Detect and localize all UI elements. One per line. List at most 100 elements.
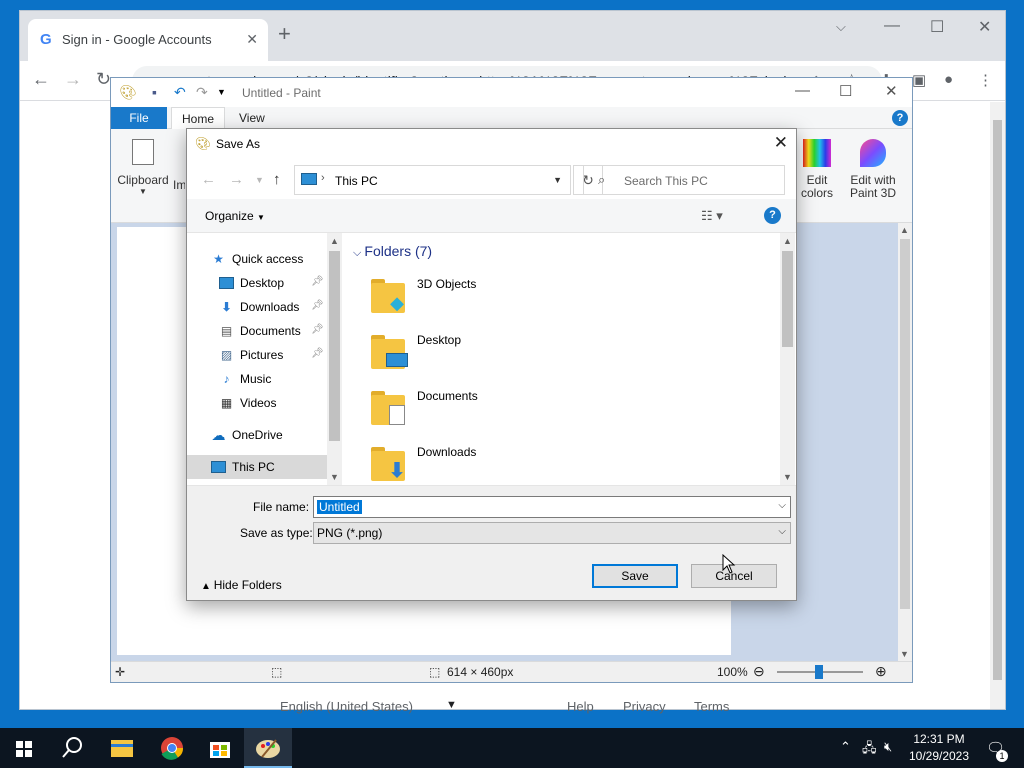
nav-music[interactable]: ♪ Music: [187, 367, 327, 391]
folder-item[interactable]: ⬇ Downloads: [371, 439, 671, 485]
zoom-out-icon[interactable]: ⊖: [753, 663, 765, 680]
edit-with-paint3d-button[interactable]: Edit with Paint 3D: [845, 133, 901, 200]
zoom-in-icon[interactable]: ⊕: [875, 663, 887, 680]
file-name-dropdown-icon[interactable]: ⌵: [778, 500, 786, 511]
close-window-icon[interactable]: ✕: [978, 17, 991, 37]
tab-home[interactable]: Home: [171, 107, 226, 129]
scroll-up-icon[interactable]: ▲: [900, 225, 909, 235]
forward-arrow-icon[interactable]: →: [64, 69, 82, 90]
nav-desktop[interactable]: Desktop 📌︎: [187, 271, 327, 295]
folders-group-header[interactable]: ⌵ Folders (7): [353, 243, 432, 260]
language-selector[interactable]: English (United States): [280, 699, 413, 714]
organize-label: Organize: [205, 209, 254, 223]
document-icon: ▤: [220, 324, 233, 338]
file-list-scrollbar[interactable]: ▲ ▼: [780, 233, 795, 485]
paint-taskbar-button[interactable]: [244, 728, 292, 768]
store-taskbar-button[interactable]: [196, 728, 244, 768]
nav-onedrive[interactable]: ☁ OneDrive: [187, 423, 327, 447]
search-placeholder: Search This PC: [624, 174, 708, 188]
save-type-dropdown-icon[interactable]: ⌵: [778, 526, 786, 537]
edit-colors-label-2: colors: [800, 186, 833, 200]
side-panel-icon[interactable]: ▣: [912, 71, 926, 89]
file-name-input[interactable]: Untitled ⌵: [313, 496, 791, 518]
profile-avatar-icon[interactable]: ●: [944, 71, 953, 88]
privacy-link[interactable]: Privacy: [623, 699, 666, 714]
nav-this-pc[interactable]: This PC: [187, 455, 327, 479]
redo-icon[interactable]: ↷: [196, 84, 208, 101]
tab-sign-in[interactable]: G Sign in - Google Accounts ✕: [28, 19, 268, 61]
navigation-pane: ★ Quick access Desktop 📌︎ ⬇ Downloads 📌︎…: [187, 233, 342, 485]
tab-close-icon[interactable]: ✕: [246, 31, 258, 48]
organize-menu[interactable]: Organize ▼: [205, 209, 265, 223]
address-dropdown-icon[interactable]: ▼: [553, 175, 562, 185]
image-group[interactable]: Im: [173, 133, 185, 192]
nav-pictures[interactable]: ▨ Pictures 📌︎: [187, 343, 327, 367]
clipboard-group[interactable]: Clipboard ▼: [115, 133, 171, 196]
save-quick-icon[interactable]: ▪: [152, 84, 157, 100]
dialog-close-icon[interactable]: ✕: [774, 133, 788, 153]
chrome-taskbar-button[interactable]: [148, 728, 196, 768]
canvas-scroll-thumb[interactable]: [900, 239, 910, 609]
search-taskbar-button[interactable]: [48, 728, 96, 768]
files-scroll-up-icon[interactable]: ▲: [783, 236, 792, 246]
save-type-select[interactable]: PNG (*.png) ⌵: [313, 522, 791, 544]
minimize-icon[interactable]: —: [884, 17, 900, 35]
scroll-down-icon[interactable]: ▼: [900, 649, 909, 659]
nav-videos[interactable]: ▦ Videos: [187, 391, 327, 415]
new-tab-button[interactable]: +: [278, 23, 291, 45]
back-arrow-icon[interactable]: ←: [32, 69, 50, 90]
help-link[interactable]: Help: [567, 699, 594, 714]
tab-file[interactable]: File: [111, 107, 167, 129]
breadcrumb-chevron-icon[interactable]: ›: [321, 172, 325, 184]
show-hidden-icons-chevron[interactable]: ⌃: [840, 739, 851, 755]
canvas-vertical-scrollbar[interactable]: ▲ ▼: [898, 223, 912, 661]
files-scroll-down-icon[interactable]: ▼: [783, 472, 792, 482]
paint-minimize-icon[interactable]: —: [795, 82, 810, 99]
language-dropdown-icon[interactable]: ▼: [446, 699, 457, 711]
edit-colors-button[interactable]: Edit colors: [795, 133, 839, 200]
downloads-folder-icon: ⬇: [371, 445, 405, 481]
volume-muted-icon[interactable]: 🔇︎: [884, 739, 892, 755]
location-breadcrumb[interactable]: › This PC ▼: [294, 165, 571, 195]
files-scroll-thumb[interactable]: [782, 251, 793, 347]
recent-locations-icon[interactable]: ▼: [255, 175, 264, 185]
network-icon[interactable]: 🖧︎: [862, 739, 877, 761]
nav-quick-access[interactable]: ★ Quick access: [187, 247, 327, 271]
paint-close-icon[interactable]: ✕: [885, 82, 898, 100]
folder-item[interactable]: Documents: [371, 383, 671, 431]
up-arrow-icon[interactable]: ↑: [273, 171, 281, 188]
folder-item[interactable]: ◆ 3D Objects: [371, 271, 671, 319]
pin-icon: 📌︎: [311, 300, 324, 311]
maximize-icon[interactable]: ☐: [930, 17, 944, 37]
nav-pane-scrollbar[interactable]: ▲ ▼: [327, 233, 342, 485]
tab-view[interactable]: View: [229, 107, 275, 129]
save-button[interactable]: Save: [592, 564, 678, 588]
reload-icon[interactable]: ↻: [96, 69, 111, 90]
menu-kebab-icon[interactable]: ⋮: [978, 71, 993, 89]
customize-quick-access-icon[interactable]: ▼: [217, 87, 226, 97]
paint-maximize-icon[interactable]: ☐: [839, 82, 852, 100]
zoom-slider-handle[interactable]: [815, 665, 823, 679]
system-clock[interactable]: 12:31 PM 10/29/2023: [906, 731, 972, 765]
nav-scroll-thumb[interactable]: [329, 251, 340, 441]
hide-folders-toggle[interactable]: ▲ Hide Folders: [201, 578, 282, 592]
change-view-icon[interactable]: ☷ ▾: [701, 208, 723, 224]
back-icon[interactable]: ←: [201, 171, 216, 188]
page-scroll-thumb[interactable]: [993, 120, 1002, 680]
nav-downloads[interactable]: ⬇ Downloads 📌︎: [187, 295, 327, 319]
file-explorer-button[interactable]: [98, 728, 146, 768]
nav-scroll-down-icon[interactable]: ▼: [330, 472, 339, 482]
nav-scroll-up-icon[interactable]: ▲: [330, 236, 339, 246]
nav-documents[interactable]: ▤ Documents 📌︎: [187, 319, 327, 343]
dialog-help-icon[interactable]: ?: [764, 207, 781, 224]
page-scrollbar[interactable]: [990, 102, 1005, 709]
search-box[interactable]: ⌕ Search This PC: [583, 165, 785, 195]
forward-icon[interactable]: →: [229, 171, 244, 188]
star-icon: ★: [213, 252, 224, 266]
undo-icon[interactable]: ↶: [174, 84, 186, 101]
terms-link[interactable]: Terms: [694, 699, 729, 714]
folder-item[interactable]: Desktop: [371, 327, 671, 375]
tab-search-chevron-icon[interactable]: ⌵: [836, 19, 846, 35]
start-button[interactable]: [0, 728, 48, 768]
paint-help-icon[interactable]: ?: [892, 110, 908, 126]
